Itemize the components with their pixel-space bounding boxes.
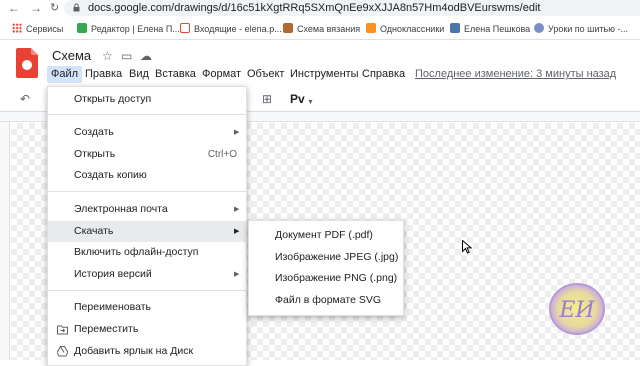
menu-item-new[interactable]: Создать ▶: [48, 122, 246, 143]
chevron-right-icon: ▶: [234, 271, 240, 278]
star-icon[interactable]: ☆: [102, 49, 113, 63]
bookmarks-bar: Сервисы Редактор | Елена П... Входящие -…: [0, 18, 640, 40]
url-text: docs.google.com/drawings/d/16c51kXgtRRq5…: [88, 2, 541, 14]
apps-grid-icon: [12, 23, 22, 33]
chevron-right-icon: ▶: [234, 228, 240, 235]
menu-format[interactable]: Формат: [202, 66, 241, 83]
menu-item-open[interactable]: Открыть Ctrl+O: [48, 144, 246, 165]
svg-text:ЕИ: ЕИ: [558, 298, 595, 323]
document-title[interactable]: Схема: [52, 48, 91, 64]
odnoklassniki-icon: [366, 23, 376, 33]
chevron-down-icon[interactable]: ▼: [307, 95, 314, 111]
watermark-logo: ЕИ: [549, 283, 605, 335]
add-comment-icon[interactable]: ⊞: [262, 91, 272, 107]
menu-item-share[interactable]: Открыть доступ: [48, 89, 246, 110]
menu-view[interactable]: Вид: [129, 66, 149, 83]
menu-help[interactable]: Справка: [362, 66, 405, 83]
menu-item-add-shortcut[interactable]: Добавить ярлык на Диск: [48, 341, 246, 362]
download-submenu: Документ PDF (.pdf) Изображение JPEG (.j…: [248, 220, 404, 316]
bookmark-knitting[interactable]: Схема вязания: [283, 22, 360, 36]
drawings-logo-icon[interactable]: [16, 48, 38, 78]
menu-insert[interactable]: Вставка: [155, 66, 196, 83]
url-field[interactable]: docs.google.com/drawings/d/16c51kXgtRRq5…: [64, 0, 640, 16]
undo-icon[interactable]: ↶: [20, 91, 30, 107]
menu-divider: [48, 114, 246, 115]
menu-object[interactable]: Объект: [247, 66, 284, 83]
menu-item-email[interactable]: Электронная почта ▶: [48, 199, 246, 220]
file-menu: Открыть доступ Создать ▶ Открыть Ctrl+O …: [47, 86, 247, 366]
bookmark-vk[interactable]: Елена Пешкова: [450, 22, 530, 36]
menu-file[interactable]: Файл: [47, 66, 83, 83]
menu-item-rename[interactable]: Переименовать: [48, 297, 246, 318]
reload-icon[interactable]: ↻: [50, 0, 59, 16]
bookmark-image-icon: [283, 23, 293, 33]
site-icon: [534, 23, 544, 33]
menu-item-offline[interactable]: Включить офлайн-доступ: [48, 242, 246, 263]
chevron-right-icon: ▶: [234, 206, 240, 213]
arrow-right-icon[interactable]: →: [30, 0, 42, 16]
download-pdf[interactable]: Документ PDF (.pdf): [249, 225, 403, 246]
menu-item-move[interactable]: Переместить: [48, 319, 246, 340]
vk-icon: [450, 23, 460, 33]
shortcut-open: Ctrl+O: [207, 149, 237, 160]
chevron-right-icon: ▶: [234, 129, 240, 136]
bookmark-sewing[interactable]: Уроки по шитью -...: [534, 22, 628, 36]
download-svg[interactable]: Файл в формате SVG: [249, 290, 403, 311]
bookmark-editor[interactable]: Редактор | Елена П...: [77, 22, 180, 36]
bookmark-odnoklassniki[interactable]: Одноклассники: [366, 22, 444, 36]
menu-item-download[interactable]: Скачать ▶: [48, 221, 246, 242]
left-ruler[interactable]: [0, 122, 10, 360]
last-edit-link[interactable]: Последнее изменение: 3 минуты назад: [415, 67, 616, 82]
menu-divider: [48, 290, 246, 291]
menu-tools[interactable]: Инструменты: [290, 66, 359, 83]
app-header: Схема ☆ ▭ ☁ Файл Правка Вид Вставка Форм…: [0, 40, 640, 86]
lock-icon: [73, 3, 80, 12]
menu-item-version-history[interactable]: История версий ▶: [48, 264, 246, 285]
menu-edit[interactable]: Правка: [85, 66, 122, 83]
download-jpeg[interactable]: Изображение JPEG (.jpg): [249, 247, 403, 268]
drive-shortcut-icon: [57, 346, 68, 357]
browser-address-bar: ← → ↻ docs.google.com/drawings/d/16c51kX…: [0, 0, 640, 17]
menu-item-make-copy[interactable]: Создать копию: [48, 165, 246, 186]
menu-divider: [48, 191, 246, 192]
download-png[interactable]: Изображение PNG (.png): [249, 268, 403, 289]
gmail-icon: [180, 23, 190, 33]
move-folder-icon: [57, 325, 68, 335]
bookmark-services[interactable]: Сервисы: [12, 22, 63, 36]
move-folder-icon[interactable]: ▭: [121, 49, 132, 63]
arrow-left-icon[interactable]: ←: [8, 0, 20, 16]
text-style-icon[interactable]: Pv: [290, 91, 305, 107]
cloud-saved-icon: ☁: [140, 49, 152, 63]
green-square-icon: [77, 23, 87, 33]
mouse-cursor-icon: [462, 240, 472, 254]
bookmark-gmail[interactable]: Входящие - elena.p...: [180, 22, 282, 36]
